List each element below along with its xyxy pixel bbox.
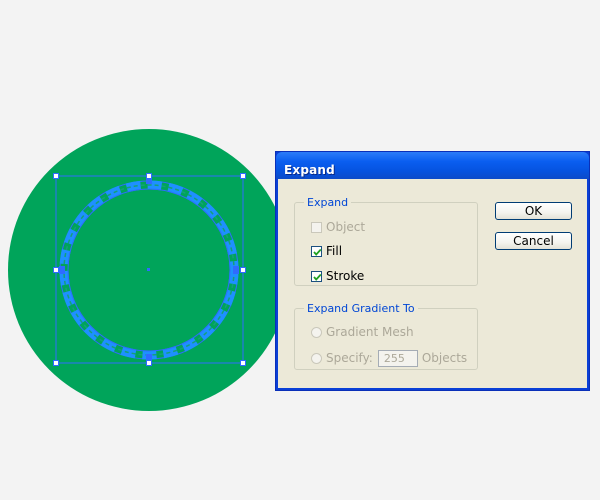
objects-suffix-label: Objects [421, 351, 468, 365]
expand-group: Expand Object Fill Stroke [294, 196, 478, 286]
fill-label: Fill [326, 244, 343, 258]
center-point-icon [147, 268, 150, 271]
expand-gradient-group: Expand Gradient To Gradient Mesh Specify… [294, 302, 478, 370]
object-label: Object [326, 220, 366, 234]
handle-middle-right [240, 267, 246, 273]
ok-button[interactable]: OK [495, 202, 572, 220]
check-mark-icon [313, 248, 322, 256]
handle-bottom-right [240, 360, 246, 366]
dialog-title: Expand [284, 163, 335, 177]
dialog-titlebar[interactable]: Expand [276, 152, 589, 179]
handle-top-right [240, 173, 246, 179]
handle-bottom-center [146, 360, 152, 366]
stroke-option: Stroke [311, 268, 364, 284]
expand-group-legend: Expand [307, 196, 349, 209]
handle-bottom-left [53, 360, 59, 366]
specify-radio[interactable] [311, 352, 322, 364]
cancel-button[interactable]: Cancel [495, 232, 572, 250]
fill-option: Fill [311, 243, 342, 259]
specify-objects-input[interactable]: 255 [377, 349, 418, 367]
gradient-mesh-label: Gradient Mesh [326, 325, 414, 339]
specify-label: Specify: [326, 351, 373, 365]
specify-option: Specify: 255 Objects [311, 349, 468, 367]
object-checkbox[interactable] [311, 221, 322, 233]
handle-middle-left [53, 267, 59, 273]
dialog-body: Expand Object Fill Stroke Expand Gradien… [278, 179, 587, 388]
gradient-mesh-radio[interactable] [311, 326, 322, 338]
expand-gradient-legend: Expand Gradient To [307, 302, 415, 315]
expand-dialog: Expand Expand Object Fill Stroke Expand … [275, 151, 590, 391]
object-option: Object [311, 219, 365, 235]
handle-top-left [53, 173, 59, 179]
fill-checkbox[interactable] [311, 245, 322, 257]
check-mark-icon [313, 273, 322, 281]
stroke-label: Stroke [326, 269, 365, 283]
handle-top-center [146, 173, 152, 179]
gradient-mesh-option: Gradient Mesh [311, 324, 414, 340]
stroke-checkbox[interactable] [311, 270, 322, 282]
